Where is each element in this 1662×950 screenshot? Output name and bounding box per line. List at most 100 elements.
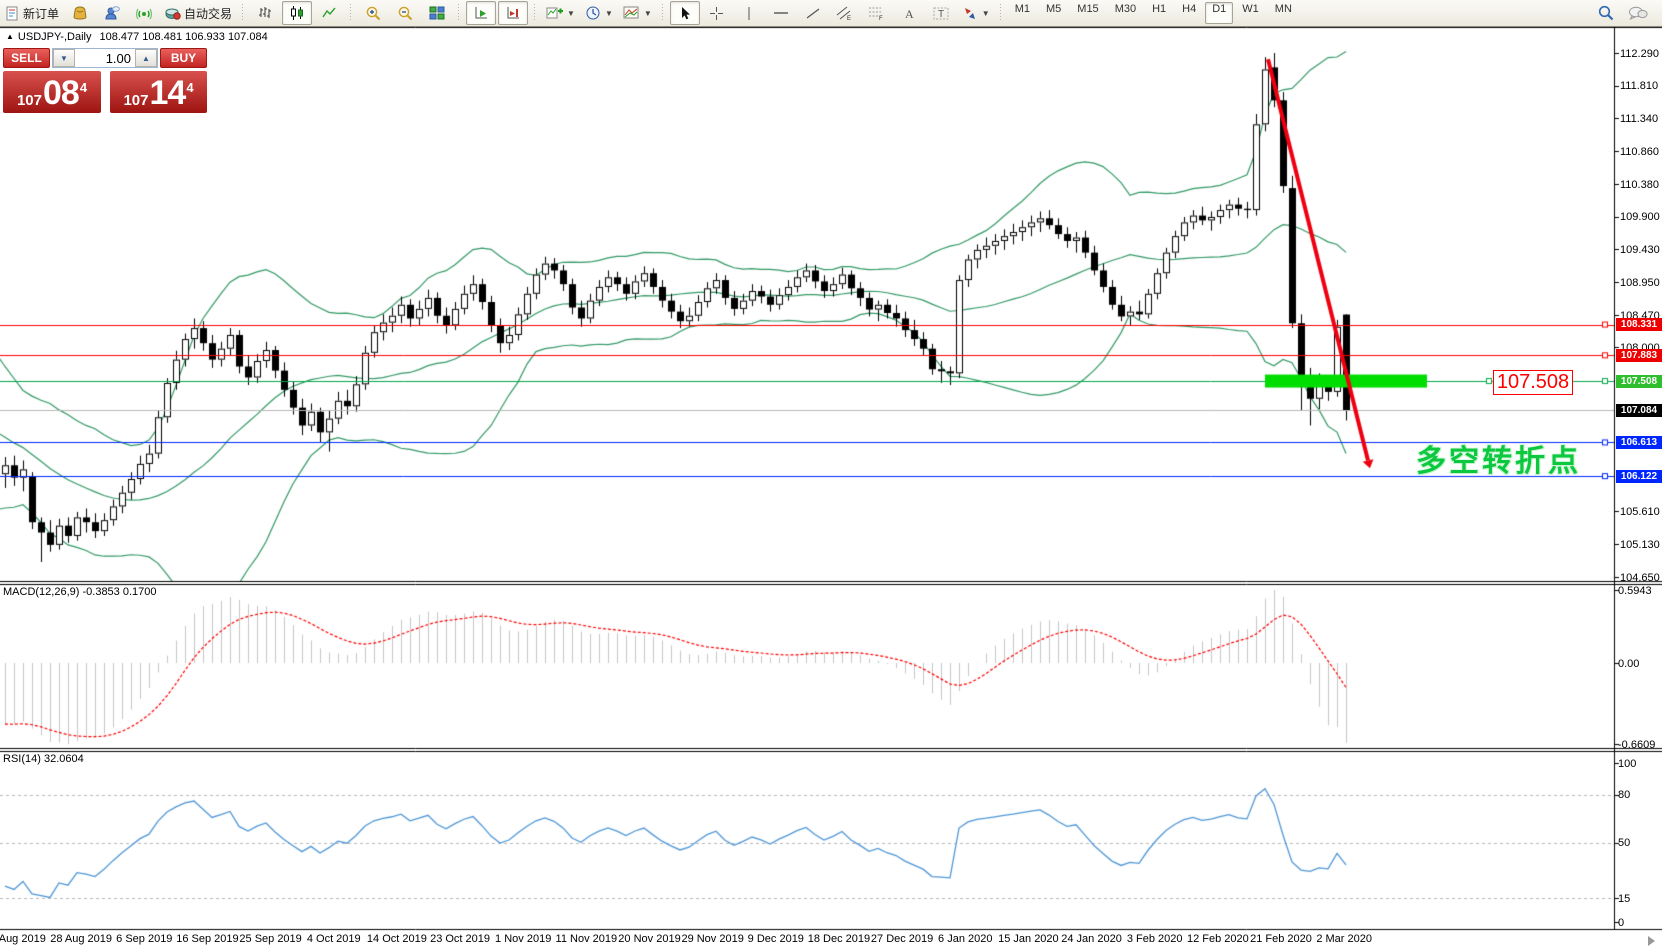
zoom-in-button[interactable]	[358, 1, 388, 25]
bar-chart-button[interactable]	[250, 1, 280, 25]
chevron-down-icon: ▼	[982, 9, 990, 18]
arrows-button[interactable]: ▼	[958, 1, 994, 25]
auto-trading-label: 自动交易	[184, 5, 232, 22]
lot-size-input[interactable]	[75, 49, 135, 67]
buy-price-display[interactable]: 107 14 4	[110, 71, 207, 113]
trendline-button[interactable]	[798, 1, 828, 25]
horizontal-line-button[interactable]	[766, 1, 796, 25]
line-chart-icon	[321, 5, 337, 21]
cursor-icon	[678, 6, 692, 21]
lot-increase-button[interactable]: ▲	[135, 49, 157, 67]
one-click-trading-panel: SELL ▼ ▲ BUY 107 08 4 107 14 4	[3, 48, 207, 113]
chart-symbol-period: USDJPY-,Daily	[18, 31, 92, 43]
news-signal-button[interactable]	[129, 1, 159, 25]
sell-button[interactable]: SELL	[3, 48, 50, 68]
fibonacci-button[interactable]: F	[862, 1, 892, 25]
price-chart-canvas[interactable]	[0, 0, 1662, 950]
lot-decrease-button[interactable]: ▼	[53, 49, 75, 67]
scroll-right-arrow[interactable]	[1648, 936, 1655, 946]
signal-icon	[136, 5, 152, 21]
text-label-icon: T	[933, 6, 949, 21]
text-label-button[interactable]: T	[926, 1, 956, 25]
text-button[interactable]: A	[894, 1, 924, 25]
auto-trading-button[interactable]: 自动交易	[161, 1, 236, 25]
auto-scroll-button[interactable]	[466, 1, 496, 25]
timeframe-button-w1[interactable]: W1	[1235, 2, 1266, 24]
collapse-panel-icon[interactable]: ▲	[6, 32, 14, 41]
svg-text:F: F	[879, 16, 883, 21]
sell-price-display[interactable]: 107 08 4	[3, 71, 101, 113]
mt4-terminal-window: 新订单 自动交易	[0, 0, 1662, 950]
buy-price-prefix: 107	[123, 93, 148, 108]
candlestick-chart-button[interactable]	[282, 1, 312, 25]
crosshair-button[interactable]	[702, 1, 732, 25]
equidistant-channel-button[interactable]: E	[830, 1, 860, 25]
lot-size-stepper: ▼ ▲	[52, 48, 158, 68]
sell-price-prefix: 107	[17, 93, 42, 108]
toolbar-grip[interactable]	[456, 4, 463, 22]
toolbar-group-indicators: ▼ ▼ ▼	[541, 0, 657, 26]
sell-price-pip: 4	[80, 81, 87, 94]
chevron-down-icon: ▼	[567, 9, 575, 18]
search-icon	[1597, 4, 1615, 22]
timeframe-toolbar: M1M5M15M30H1H4D1W1MN	[1007, 0, 1300, 26]
buy-price-big: 14	[149, 76, 185, 110]
zoom-out-button[interactable]	[390, 1, 420, 25]
chart-shift-button[interactable]	[498, 1, 528, 25]
timeframe-button-m30[interactable]: M30	[1108, 2, 1143, 24]
toolbar-grip[interactable]	[532, 4, 539, 22]
periods-button[interactable]: ▼	[581, 1, 617, 25]
toolbar-grip[interactable]	[998, 4, 1005, 22]
market-watch-button[interactable]	[65, 1, 95, 25]
chat-button[interactable]	[1623, 1, 1653, 25]
toolbar-group-chart-type	[249, 0, 345, 26]
templates-button[interactable]: ▼	[619, 1, 656, 25]
toolbar-grip[interactable]	[660, 4, 667, 22]
turning-point-annotation[interactable]: 多空转折点	[1416, 436, 1581, 480]
search-button[interactable]	[1591, 1, 1621, 25]
svg-text:T: T	[938, 9, 944, 20]
chevron-down-icon: ▼	[644, 9, 652, 18]
new-order-label: 新订单	[23, 5, 59, 22]
toolbar-grip[interactable]	[240, 4, 247, 22]
buy-price-pip: 4	[186, 81, 193, 94]
cursor-button[interactable]	[670, 1, 700, 25]
timeframe-button-mn[interactable]: MN	[1268, 2, 1299, 24]
price-level-callout[interactable]: 107.508	[1493, 370, 1573, 395]
svg-text:E: E	[847, 16, 851, 21]
timeframe-button-m5[interactable]: M5	[1039, 2, 1068, 24]
chevron-up-icon: ▲	[142, 54, 150, 63]
rsi-indicator-label: RSI(14) 32.0604	[3, 753, 84, 765]
crosshair-icon	[709, 6, 724, 21]
clock-icon	[585, 5, 601, 21]
wallet-icon	[72, 5, 88, 21]
tile-windows-button[interactable]	[422, 1, 452, 25]
text-a-icon: A	[902, 6, 916, 21]
toolbar-group-trade: 新订单 自动交易	[0, 0, 237, 26]
indicators-button[interactable]: ▼	[542, 1, 579, 25]
community-button[interactable]	[97, 1, 127, 25]
template-icon	[623, 5, 640, 21]
timeframe-button-h1[interactable]: H1	[1145, 2, 1173, 24]
macd-indicator-label: MACD(12,26,9) -0.3853 0.1700	[3, 586, 157, 598]
line-chart-button[interactable]	[314, 1, 344, 25]
timeframe-button-m1[interactable]: M1	[1008, 2, 1037, 24]
chart-shift-icon	[505, 5, 521, 21]
timeframe-button-h4[interactable]: H4	[1175, 2, 1203, 24]
vertical-line-icon	[743, 6, 755, 21]
chat-bubbles-icon	[1628, 5, 1648, 22]
zoom-in-icon	[365, 5, 382, 22]
toolbar-group-zoom	[357, 0, 453, 26]
timeframe-button-m15[interactable]: M15	[1070, 2, 1105, 24]
toolbar-group-scroll	[465, 0, 529, 26]
trendline-icon	[805, 6, 821, 21]
auto-scroll-icon	[473, 5, 489, 21]
vertical-line-button[interactable]	[734, 1, 764, 25]
auto-trading-icon	[165, 5, 181, 21]
bar-chart-icon	[257, 5, 273, 21]
buy-button[interactable]: BUY	[160, 48, 207, 68]
timeframe-button-d1[interactable]: D1	[1205, 2, 1233, 24]
new-order-button[interactable]: 新订单	[1, 1, 63, 25]
toolbar-right-group	[1590, 1, 1662, 25]
toolbar-grip[interactable]	[348, 4, 355, 22]
